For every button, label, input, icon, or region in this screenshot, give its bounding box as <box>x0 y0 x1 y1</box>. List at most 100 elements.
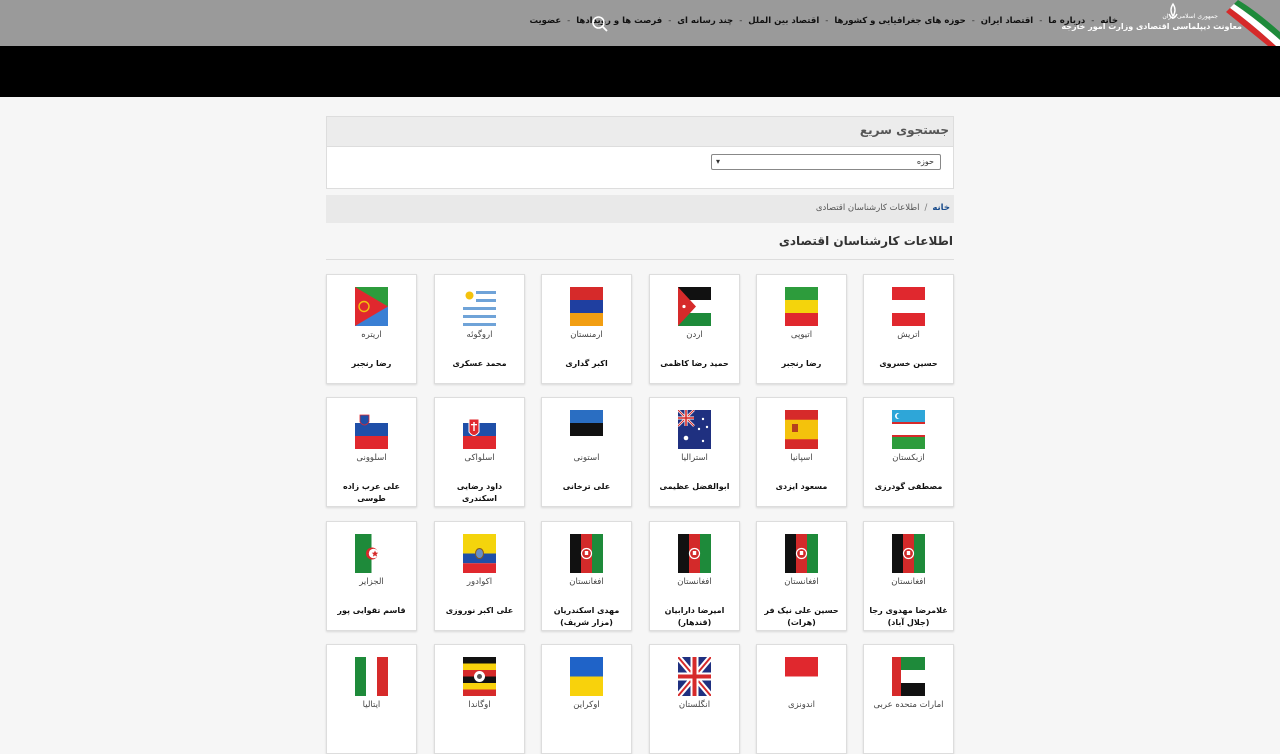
country-name: افغانستان <box>784 577 819 587</box>
eritrea-flag-icon <box>355 287 388 326</box>
expert-name: مسعود ایزدی <box>775 482 828 491</box>
nav-separator: - <box>739 16 743 26</box>
expert-name: غلامرضا مهدوی رجا (جلال آباد) <box>869 606 948 627</box>
ukraine-flag-icon <box>570 657 603 696</box>
spain-flag-icon <box>785 410 818 449</box>
country-name: ایتالیا <box>362 700 381 710</box>
expert-card[interactable]: اسلوونی علی عرب زاده طوسی <box>326 397 417 507</box>
breadcrumb-home-link[interactable]: خانه <box>932 203 950 213</box>
country-name: افغانستان <box>891 577 926 587</box>
expert-card[interactable]: افغانستان مهدی اسکندریان (مزار شریف) <box>541 521 632 631</box>
uruguay-flag-icon <box>463 287 496 326</box>
country-name: ازبکستان <box>892 453 925 463</box>
afghanistan-flag-icon <box>678 534 711 573</box>
expert-card[interactable]: ازبکستان مصطفی گودرزی <box>863 397 954 507</box>
quick-search-title: جستجوی سریع <box>327 117 953 147</box>
expert-card[interactable]: اردن حمید رضا کاظمی <box>649 274 740 384</box>
expert-card[interactable]: اسپانیا مسعود ایزدی <box>756 397 847 507</box>
ethiopia-flag-icon <box>785 287 818 326</box>
slovenia-flag-icon <box>355 410 388 449</box>
breadcrumb-current: اطلاعات کارشناسان اقتصادی <box>815 203 920 213</box>
country-name: الجزایر <box>359 577 384 587</box>
expert-name: اکبر گداری <box>565 359 608 368</box>
expert-card[interactable]: اریتره رضا رنجبر <box>326 274 417 384</box>
country-name: اردن <box>686 330 703 340</box>
armenia-flag-icon <box>570 287 603 326</box>
expert-name: حسین علی نیک فر (هرات) <box>764 606 839 627</box>
site-logo[interactable]: جمهوری اسلامی ایران معاونت دیپلماسی اقتص… <box>1061 0 1280 46</box>
expert-name: امیرضا دارابیان (قندهار) <box>664 606 725 627</box>
uae-flag-icon <box>892 657 925 696</box>
estonia-flag-icon <box>570 410 603 449</box>
expert-card[interactable]: ایتالیا <box>326 644 417 754</box>
region-select[interactable]: حوزه ▾ <box>711 154 941 170</box>
nav-separator: - <box>971 16 975 26</box>
slovakia-flag-icon <box>463 410 496 449</box>
breadcrumb-separator: / <box>924 203 928 213</box>
nav-item[interactable]: اقتصاد بین الملل <box>748 16 819 26</box>
expert-name: علی اکبر نوروزی <box>445 606 514 615</box>
country-name: اسپانیا <box>790 453 813 463</box>
nav-item[interactable]: عضویت <box>529 16 561 26</box>
expert-name: قاسم تقوایی پور <box>337 606 406 615</box>
nav-item[interactable]: چند رسانه ای <box>677 16 733 26</box>
quick-search-panel: جستجوی سریع حوزه ▾ <box>326 116 954 189</box>
region-select-value: حوزه <box>916 157 934 166</box>
expert-name: علی عرب زاده طوسی <box>342 482 401 503</box>
expert-card[interactable]: انگلستان <box>649 644 740 754</box>
expert-card[interactable]: اروگوئه محمد عسکری <box>434 274 525 384</box>
expert-card[interactable]: افغانستان غلامرضا مهدوی رجا (جلال آباد) <box>863 521 954 631</box>
expert-name: محمد عسکری <box>452 359 507 368</box>
country-name: اسلواکی <box>464 453 495 463</box>
australia-flag-icon <box>678 410 711 449</box>
country-name: امارات متحده عربی <box>873 700 944 710</box>
page-title: اطلاعات کارشناسان اقتصادی <box>778 234 953 248</box>
nav-item[interactable]: خانه <box>1100 16 1118 26</box>
country-name: اتریش <box>897 330 920 340</box>
nav-item[interactable]: فرصت ها و رویدادها <box>576 16 662 26</box>
austria-flag-icon <box>892 287 925 326</box>
expert-name: حسین خسروی <box>879 359 938 368</box>
expert-card[interactable]: ارمنستان اکبر گداری <box>541 274 632 384</box>
country-name: اریتره <box>361 330 382 340</box>
expert-card[interactable]: اندونزی <box>756 644 847 754</box>
search-icon[interactable] <box>591 15 609 33</box>
country-name: استرالیا <box>681 453 708 463</box>
country-name: اکوادور <box>466 577 493 587</box>
nav-item[interactable]: اقتصاد ایران <box>981 16 1033 26</box>
country-name: انگلستان <box>678 700 711 710</box>
expert-card[interactable]: الجزایر قاسم تقوایی پور <box>326 521 417 631</box>
jordan-flag-icon <box>678 287 711 326</box>
algeria-flag-icon <box>355 534 388 573</box>
country-name: ارمنستان <box>570 330 603 340</box>
main-navigation: خانه - درباره ما - اقتصاد ایران - حوزه های جغر… <box>529 16 1118 26</box>
expert-name: مهدی اسکندریان (مزار شریف) <box>553 606 620 627</box>
expert-name: رضا رنجبر <box>781 359 822 368</box>
expert-card[interactable]: اتیوپی رضا رنجبر <box>756 274 847 384</box>
nav-separator: - <box>825 16 829 26</box>
nav-separator: - <box>567 16 571 26</box>
nav-item[interactable]: حوزه های جغرافیایی و کشورها <box>834 16 965 26</box>
uganda-flag-icon <box>463 657 496 696</box>
expert-name: علی ترخانی <box>562 482 611 491</box>
expert-card[interactable]: استونی علی ترخانی <box>541 397 632 507</box>
country-name: اندونزی <box>787 700 815 710</box>
nav-item[interactable]: درباره ما <box>1048 16 1085 26</box>
expert-card[interactable]: استرالیا ابوالفضل عظیمی <box>649 397 740 507</box>
expert-card[interactable]: افغانستان امیرضا دارابیان (قندهار) <box>649 521 740 631</box>
afghanistan-flag-icon <box>570 534 603 573</box>
expert-card[interactable]: اکوادور علی اکبر نوروزی <box>434 521 525 631</box>
afghanistan-flag-icon <box>892 534 925 573</box>
expert-card[interactable]: اوگاندا <box>434 644 525 754</box>
country-name: استونی <box>573 453 600 463</box>
expert-name: داود رضایی اسکندری <box>456 482 503 503</box>
expert-name: حمید رضا کاظمی <box>660 359 729 368</box>
expert-card[interactable]: اوکراین <box>541 644 632 754</box>
uzbekistan-flag-icon <box>892 410 925 449</box>
expert-card[interactable]: اتریش حسین خسروی <box>863 274 954 384</box>
expert-card[interactable]: افغانستان حسین علی نیک فر (هرات) <box>756 521 847 631</box>
expert-card[interactable]: اسلواکی داود رضایی اسکندری <box>434 397 525 507</box>
expert-card[interactable]: امارات متحده عربی <box>863 644 954 754</box>
indonesia-flag-icon <box>785 657 818 696</box>
country-name: اتیوپی <box>790 330 813 340</box>
